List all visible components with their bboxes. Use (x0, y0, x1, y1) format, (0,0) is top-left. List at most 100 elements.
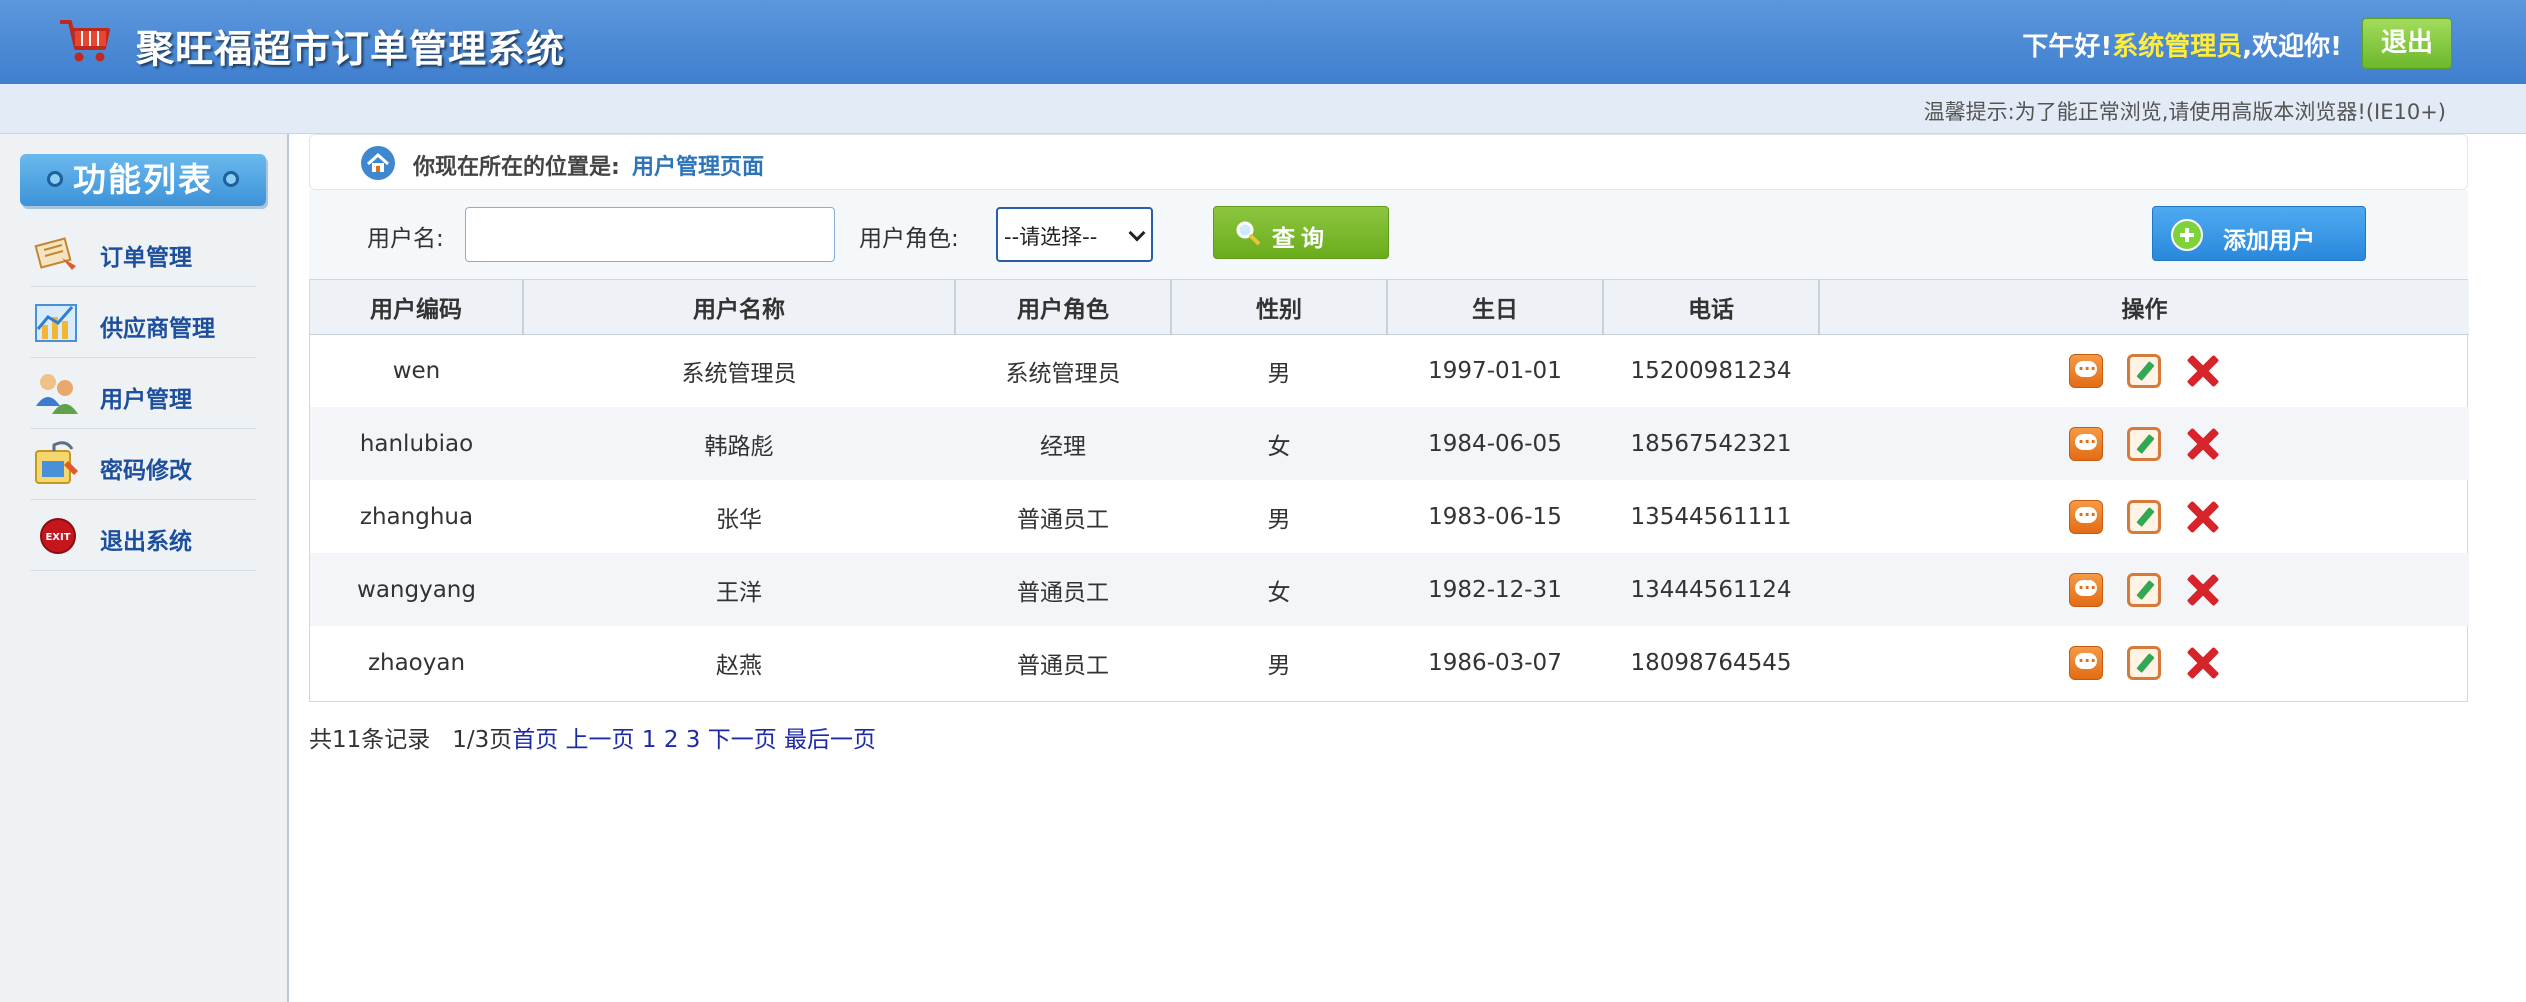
view-icon[interactable] (2069, 426, 2103, 461)
phone-cell: 18567542321 (1603, 407, 1819, 480)
sidebar-item-orders[interactable]: 订单管理 (30, 216, 256, 287)
sidebar-item-users[interactable]: 用户管理 (30, 358, 256, 429)
column-header[interactable]: 电话 (1603, 280, 1820, 335)
table-row: wangyang 王洋 普通员工 女 1982-12-31 1344456112… (310, 553, 2469, 626)
sidebar-title-label: 功能列表 (73, 160, 213, 199)
plus-icon (2171, 219, 2203, 251)
user-role-cell: 系统管理员 (1005, 360, 1121, 387)
sidebar-item-label: 供应商管理 (100, 316, 215, 342)
page-link-1[interactable]: 1 (642, 727, 657, 753)
location-label: 你现在所在的位置是: (413, 155, 620, 180)
user-code-cell: wen (392, 357, 441, 384)
user-role-cell: 普通员工 (1017, 506, 1109, 533)
gender-cell: 女 (1171, 553, 1387, 626)
sidebar-item-label: 退出系统 (100, 529, 192, 555)
birthday-cell: 1982-12-31 (1387, 553, 1603, 626)
delete-icon[interactable] (2185, 427, 2219, 461)
first-page-link[interactable]: 首页 (512, 727, 558, 753)
users-icon (36, 374, 78, 414)
pagination: 共11条记录 1/3页首页 上一页 1 2 3 下一页 最后一页 (309, 720, 876, 754)
app-title: 聚旺福超市订单管理系统 (136, 27, 566, 71)
table-header-row: 用户编码 用户名称 用户角色 性别 生日 电话 操作 (310, 280, 2469, 335)
user-role-cell: 普通员工 (1017, 652, 1109, 679)
edit-icon[interactable] (2127, 353, 2161, 388)
user-code-cell: wangyang (310, 553, 523, 626)
username-label: 用户名: (367, 226, 444, 252)
edit-icon[interactable] (2127, 572, 2161, 607)
user-name-cell: 韩路彪 (523, 407, 955, 480)
view-icon[interactable] (2069, 645, 2103, 680)
column-header[interactable]: 用户编码 (310, 280, 524, 335)
column-header[interactable]: 性别 (1171, 280, 1388, 335)
logout-button[interactable]: 退出 (2362, 18, 2452, 69)
next-page-link[interactable]: 下一页 (708, 727, 777, 753)
sidebar-menu: 订单管理 供应商管理 用户管理 密码修改 EXIT 退出系统 (30, 216, 256, 571)
page-link-2[interactable]: 2 (664, 727, 679, 753)
sidebar-item-label: 密码修改 (100, 458, 192, 484)
current-username: 系统管理员 (2112, 32, 2243, 62)
user-name-cell: 王洋 (523, 553, 955, 626)
delete-icon[interactable] (2185, 500, 2219, 534)
role-select[interactable]: --请选择-- (996, 207, 1153, 262)
table-row: hanlubiao 韩路彪 经理 女 1984-06-05 1856754232… (310, 407, 2469, 480)
edit-icon[interactable] (2127, 645, 2161, 680)
phone-cell: 13544561111 (1630, 503, 1792, 530)
supplier-icon (35, 304, 77, 342)
column-header[interactable]: 用户名称 (523, 280, 956, 335)
user-code-cell: hanlubiao (310, 407, 523, 480)
table-row: zhanghua 张华 普通员工 男 1983-06-15 1354456111… (310, 480, 2469, 553)
greeting-prefix: 下午好! (2022, 32, 2113, 62)
view-icon[interactable] (2069, 353, 2103, 388)
last-page-link[interactable]: 最后一页 (784, 727, 876, 753)
edit-icon[interactable] (2127, 499, 2161, 534)
birthday-cell: 1984-06-05 (1387, 407, 1603, 480)
gender-cell: 女 (1171, 407, 1387, 480)
phone-cell: 13444561124 (1603, 553, 1819, 626)
table-row: wen 系统管理员 系统管理员 男 1997-01-01 15200981234 (310, 334, 2469, 407)
breadcrumb: 你现在所在的位置是: 用户管理页面 (309, 134, 2468, 190)
actions-cell (1819, 553, 2469, 626)
phone-cell: 15200981234 (1630, 357, 1792, 384)
actions-cell (1819, 480, 2469, 553)
chevron-down-icon (1128, 224, 1146, 242)
column-header[interactable]: 用户角色 (955, 280, 1172, 335)
sidebar-item-exit[interactable]: EXIT 退出系统 (30, 500, 256, 571)
delete-icon[interactable] (2185, 646, 2219, 680)
sidebar: 功能列表 订单管理 供应商管理 用户管理 密码修改 EXIT 退出系统 (0, 134, 289, 1002)
page-link-3[interactable]: 3 (686, 727, 701, 753)
add-user-button[interactable]: 添加用户 (2152, 206, 2366, 261)
order-icon (34, 237, 76, 270)
greeting-suffix: ,欢迎你! (2242, 32, 2342, 62)
bullet-icon (223, 170, 239, 187)
actions-cell (1819, 334, 2469, 407)
sidebar-item-suppliers[interactable]: 供应商管理 (30, 287, 256, 358)
edit-icon[interactable] (2127, 426, 2161, 461)
delete-icon[interactable] (2185, 573, 2219, 607)
user-code-cell: zhaoyan (367, 649, 466, 676)
shopping-cart-icon (60, 20, 110, 62)
sidebar-item-password[interactable]: 密码修改 (30, 429, 256, 500)
home-icon (361, 146, 395, 180)
current-page-name: 用户管理页面 (632, 155, 765, 180)
birthday-cell: 1986-03-07 (1428, 649, 1562, 676)
add-user-label: 添加用户 (2223, 228, 2315, 254)
total-records: 共11条记录 (309, 727, 431, 753)
delete-icon[interactable] (2185, 354, 2219, 388)
view-icon[interactable] (2069, 572, 2103, 607)
query-button-label: 查询 (1272, 226, 1330, 252)
prev-page-link[interactable]: 上一页 (566, 727, 635, 753)
search-icon (1236, 221, 1261, 246)
username-input[interactable] (465, 207, 835, 262)
view-icon[interactable] (2069, 499, 2103, 534)
column-header[interactable]: 生日 (1387, 280, 1604, 335)
query-button[interactable]: 查询 (1213, 206, 1389, 259)
sidebar-item-label: 用户管理 (100, 387, 192, 413)
birthday-cell: 1997-01-01 (1428, 357, 1562, 384)
user-code-cell: zhanghua (359, 503, 474, 530)
phone-cell: 18098764545 (1630, 649, 1792, 676)
users-table: 用户编码 用户名称 用户角色 性别 生日 电话 操作 wen 系统管理员 系统管… (309, 279, 2469, 702)
page-indicator: 1/3页 (452, 727, 513, 753)
exit-icon: EXIT (40, 518, 76, 554)
svg-text:EXIT: EXIT (45, 532, 70, 543)
user-name-cell: 系统管理员 (681, 360, 797, 387)
